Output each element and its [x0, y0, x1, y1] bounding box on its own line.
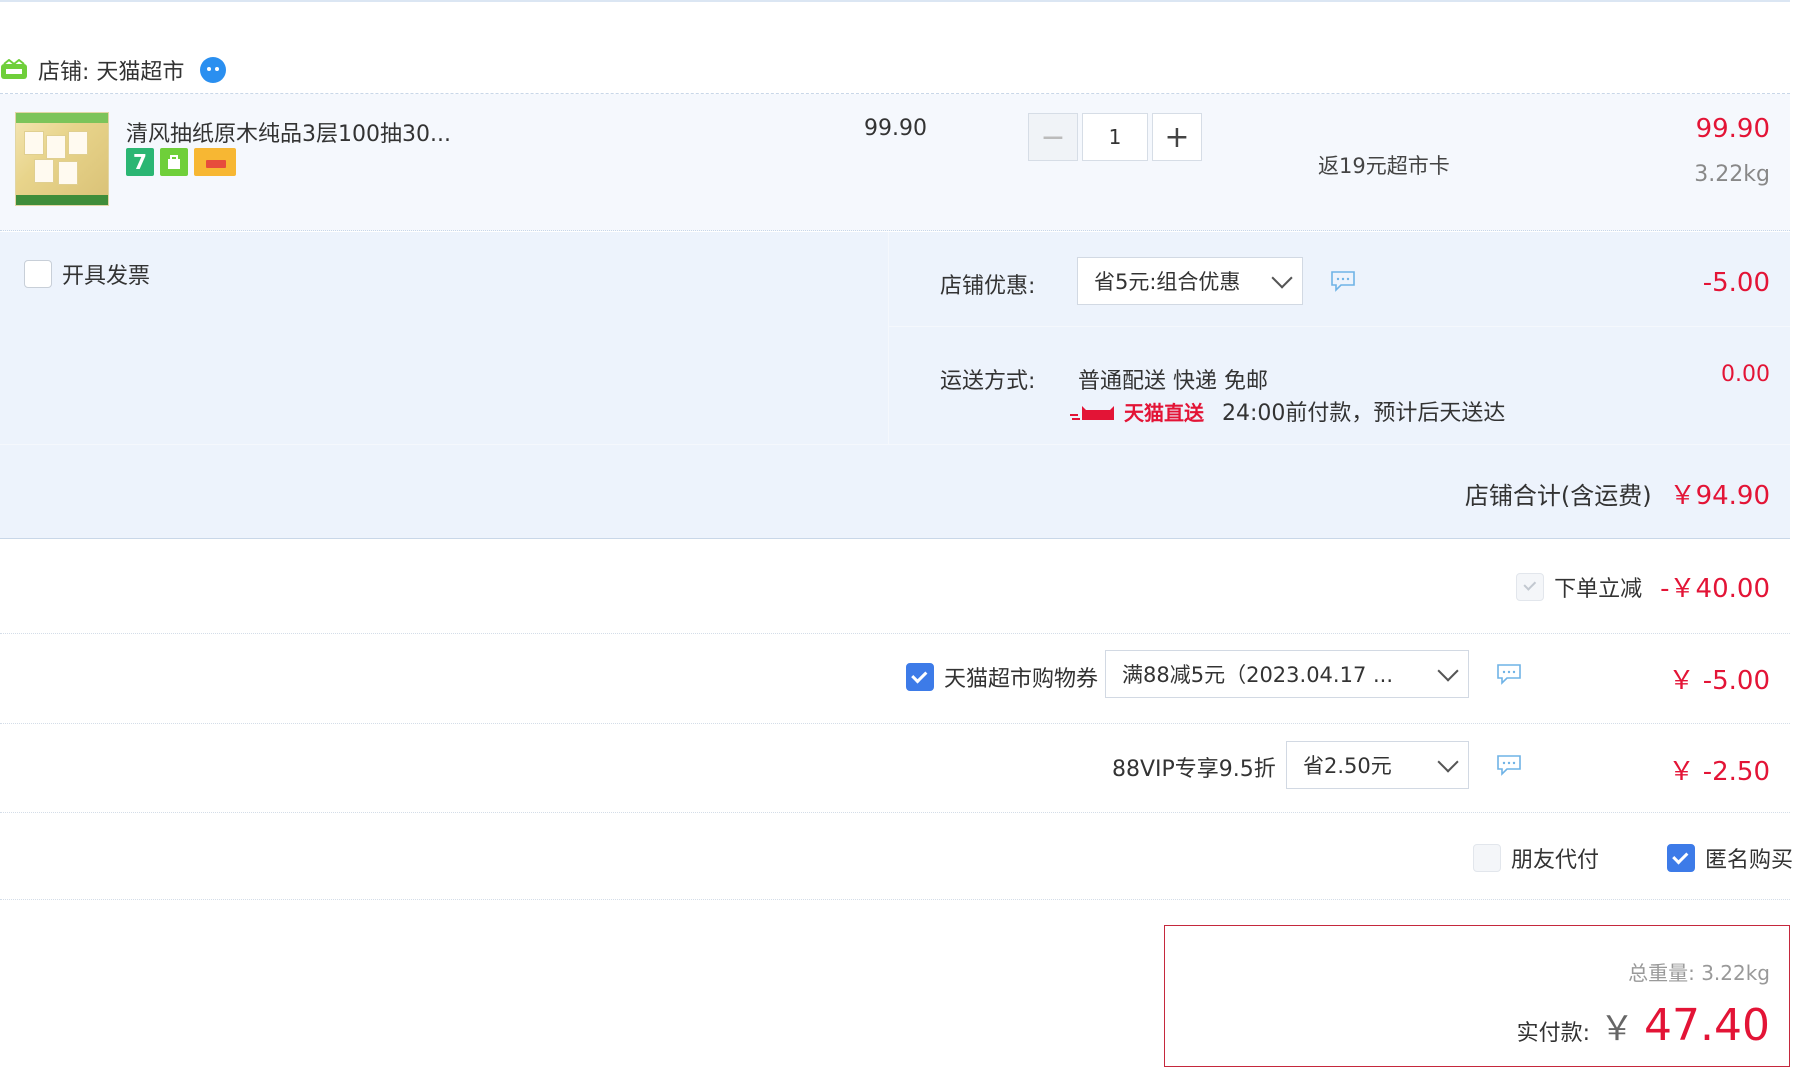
friend-pay-checkbox[interactable] [1473, 844, 1501, 872]
top-divider [0, 0, 1790, 2]
shipping-method: 普通配送 快递 免邮 [1078, 369, 1268, 394]
vip-label: 88VIP专享9.5折 [1112, 757, 1276, 782]
vip-amount: ￥ -2.50 [1668, 757, 1770, 787]
pay-amount: 47.40 [1644, 1000, 1770, 1051]
coupon-select[interactable]: 满88减5元（2023.04.17 ... [1105, 650, 1469, 698]
tmall-supermarket-icon [1, 59, 27, 79]
shopping-bag-icon [160, 148, 188, 176]
invoice-option[interactable]: 开具发票 [24, 258, 150, 290]
pay-label: 实付款: [1516, 1021, 1591, 1046]
shop-name[interactable]: 店铺: 天猫超市 [38, 54, 184, 86]
instant-discount-checkbox [1516, 572, 1545, 601]
shop-total-amount: ￥94.90 [1669, 481, 1770, 511]
increase-quantity-button[interactable]: + [1152, 113, 1202, 161]
total-weight: 总重量: 3.22kg [1628, 961, 1770, 985]
anonymous-label: 匿名购买 [1705, 848, 1794, 873]
product-row [0, 94, 1790, 231]
line-weight: 3.22kg [1694, 162, 1770, 187]
actual-payment: 实付款: ￥ 47.40 [1517, 1000, 1770, 1051]
coupon-checkbox[interactable] [906, 663, 934, 691]
quantity-input[interactable]: 1 [1082, 113, 1148, 161]
cashback-note: 返19元超市卡 [1318, 154, 1450, 178]
shop-discount-select[interactable]: 省5元:组合优惠 [1077, 257, 1303, 305]
row-divider [0, 812, 1790, 813]
decrease-quantity-button[interactable]: − [1028, 113, 1078, 161]
vip-select[interactable]: 省2.50元 [1286, 741, 1469, 789]
shop-header: 店铺: 天猫超市 [0, 48, 228, 92]
shop-discount-value: 省5元:组合优惠 [1094, 270, 1241, 294]
instant-discount-row: 下单立减 -￥40.00 [1516, 568, 1770, 605]
instant-discount-label: 下单立减 [1554, 576, 1643, 602]
shipping-label: 运送方式: [940, 369, 1036, 394]
chevron-down-icon [1271, 266, 1293, 289]
anonymous-option[interactable]: 匿名购买 [1667, 842, 1793, 874]
coupon-amount: ￥ -5.00 [1668, 666, 1770, 696]
tmall-cat-icon [1070, 405, 1114, 420]
coupon-value: 满88减5元（2023.04.17 ... [1122, 663, 1394, 687]
product-title[interactable]: 清风抽纸原木纯品3层100抽30... [126, 116, 451, 148]
vip-value: 省2.50元 [1303, 754, 1392, 778]
unit-price: 99.90 [864, 116, 927, 141]
friend-pay-label: 朋友代付 [1511, 848, 1600, 873]
invoice-label: 开具发票 [62, 264, 151, 289]
shop-discount-label: 店铺优惠: [940, 274, 1036, 299]
panel-divider-horizontal [888, 326, 1790, 327]
row-divider [0, 633, 1790, 634]
chevron-down-icon [1437, 659, 1459, 682]
tmall-direct-delivery: 天猫直送 [1070, 397, 1204, 426]
row-divider [0, 723, 1790, 724]
friend-pay-option[interactable]: 朋友代付 [1473, 842, 1599, 874]
panel-divider-total [0, 444, 1790, 445]
message-icon[interactable] [1496, 754, 1522, 776]
delivery-note: 24:00前付款，预计后天送达 [1222, 401, 1506, 426]
shop-total: 店铺合计(含运费) ￥94.90 [1465, 475, 1770, 512]
anonymous-checkbox[interactable] [1667, 844, 1695, 872]
row-divider [0, 899, 1790, 900]
currency-symbol: ￥ [1600, 1009, 1635, 1049]
wangwang-chat-icon[interactable] [198, 55, 228, 85]
tmall-direct-label: 天猫直送 [1124, 401, 1204, 425]
seven-day-return-icon: 7 [126, 148, 154, 176]
product-thumbnail[interactable] [15, 112, 109, 206]
shop-total-label: 店铺合计(含运费) [1464, 482, 1652, 510]
product-badges: 7 [126, 148, 236, 176]
coupon-option[interactable]: 天猫超市购物券 [906, 661, 1098, 693]
instant-discount-amount: -￥40.00 [1660, 574, 1770, 604]
panel-divider-vertical [888, 232, 889, 444]
message-icon[interactable] [1330, 270, 1356, 292]
line-total: 99.90 [1695, 114, 1770, 144]
quantity-stepper[interactable]: − 1 + [1028, 113, 1202, 161]
shipping-amount: 0.00 [1721, 362, 1770, 387]
shop-discount-amount: -5.00 [1702, 268, 1770, 298]
message-icon[interactable] [1496, 663, 1522, 685]
credit-card-icon [194, 148, 236, 176]
invoice-checkbox[interactable] [24, 260, 52, 288]
chevron-down-icon [1437, 750, 1459, 773]
coupon-label: 天猫超市购物券 [944, 667, 1099, 692]
